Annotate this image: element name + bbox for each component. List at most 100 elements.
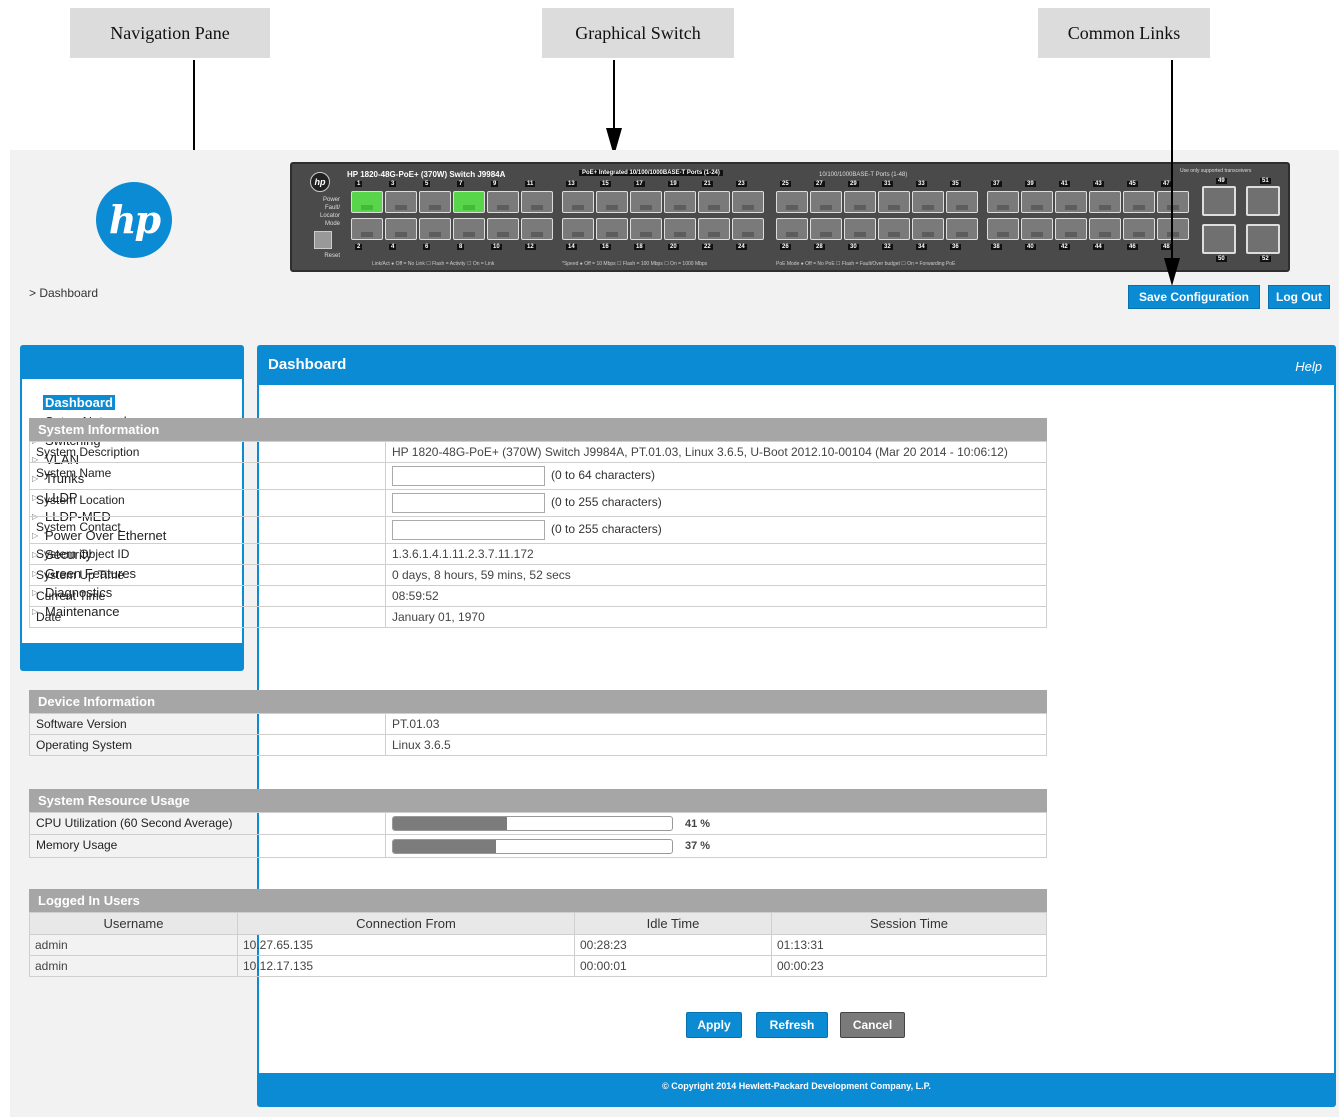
port-45[interactable] bbox=[1123, 191, 1155, 213]
port-39[interactable] bbox=[1021, 191, 1053, 213]
port-44[interactable] bbox=[1089, 218, 1121, 240]
copyright-footer: © Copyright 2014 Hewlett-Packard Develop… bbox=[662, 1081, 931, 1091]
port-19[interactable] bbox=[664, 191, 696, 213]
port-20[interactable] bbox=[664, 218, 696, 240]
port-41[interactable] bbox=[1055, 191, 1087, 213]
table-row: Software Version PT.01.03 bbox=[29, 713, 1047, 735]
port-25[interactable] bbox=[776, 191, 808, 213]
port-18[interactable] bbox=[630, 218, 662, 240]
help-link[interactable]: Help bbox=[1295, 359, 1322, 374]
port-35[interactable] bbox=[946, 191, 978, 213]
sfp-port-50[interactable] bbox=[1202, 224, 1236, 254]
port-number-label: 36 bbox=[950, 244, 961, 250]
port-23[interactable] bbox=[732, 191, 764, 213]
port-22[interactable] bbox=[698, 218, 730, 240]
port-2[interactable] bbox=[351, 218, 383, 240]
port-4[interactable] bbox=[385, 218, 417, 240]
port-7[interactable] bbox=[453, 191, 485, 213]
port-number-label: 6 bbox=[423, 244, 431, 250]
port-number-label: 13 bbox=[566, 181, 577, 187]
field-label: Memory Usage bbox=[29, 834, 386, 858]
input-hint: (0 to 255 characters) bbox=[551, 495, 662, 510]
port-27[interactable] bbox=[810, 191, 842, 213]
system-location-input[interactable] bbox=[392, 493, 545, 513]
switch-legend-speed: *Speed ● Off = 10 Mbps ☐ Flash = 100 Mbp… bbox=[562, 261, 708, 267]
software-version-value: PT.01.03 bbox=[385, 713, 1047, 735]
system-information-section: System Information System Description HP… bbox=[29, 418, 1047, 628]
nav-item-dashboard[interactable]: Dashboard bbox=[30, 393, 242, 412]
column-header: Session Time bbox=[771, 912, 1047, 935]
system-name-input[interactable] bbox=[392, 466, 545, 486]
sfp-port-51[interactable] bbox=[1246, 186, 1280, 216]
port-9[interactable] bbox=[487, 191, 519, 213]
system-object-id-value: 1.3.6.1.4.1.11.2.3.7.11.172 bbox=[385, 543, 1047, 565]
system-information-table: System Description HP 1820-48G-PoE+ (370… bbox=[29, 441, 1047, 628]
table-header-row: Username Connection From Idle Time Sessi… bbox=[29, 912, 1047, 935]
port-32[interactable] bbox=[878, 218, 910, 240]
refresh-button[interactable]: Refresh bbox=[756, 1012, 828, 1038]
system-contact-input[interactable] bbox=[392, 520, 545, 540]
port-1[interactable] bbox=[351, 191, 383, 213]
port-11[interactable] bbox=[521, 191, 553, 213]
port-bank-1 bbox=[349, 189, 555, 242]
table-row: Date January 01, 1970 bbox=[29, 606, 1047, 628]
hp-logo: hp bbox=[96, 182, 172, 258]
operating-system-value: Linux 3.6.5 bbox=[385, 734, 1047, 756]
port-5[interactable] bbox=[419, 191, 451, 213]
port-43[interactable] bbox=[1089, 191, 1121, 213]
port-21[interactable] bbox=[698, 191, 730, 213]
apply-button[interactable]: Apply bbox=[686, 1012, 742, 1038]
port-28[interactable] bbox=[810, 218, 842, 240]
switch-mode-button[interactable] bbox=[314, 231, 332, 249]
port-13[interactable] bbox=[562, 191, 594, 213]
port-12[interactable] bbox=[521, 218, 553, 240]
port-24[interactable] bbox=[732, 218, 764, 240]
port-38[interactable] bbox=[987, 218, 1019, 240]
switch-locator-label: Locator bbox=[319, 213, 340, 219]
port-29[interactable] bbox=[844, 191, 876, 213]
port-number-label: 19 bbox=[668, 181, 679, 187]
port-30[interactable] bbox=[844, 218, 876, 240]
sfp-port-52[interactable] bbox=[1246, 224, 1280, 254]
arrow-switch bbox=[606, 60, 622, 156]
port-33[interactable] bbox=[912, 191, 944, 213]
column-header: Idle Time bbox=[574, 912, 772, 935]
port-10[interactable] bbox=[487, 218, 519, 240]
switch-status-panel: hp Power Fault/ Locator Mode Reset bbox=[300, 172, 340, 264]
port-37[interactable] bbox=[987, 191, 1019, 213]
log-out-button[interactable]: Log Out bbox=[1268, 285, 1330, 309]
table-row: System Contact (0 to 255 characters) bbox=[29, 516, 1047, 544]
port-17[interactable] bbox=[630, 191, 662, 213]
sfp-port-49[interactable] bbox=[1202, 186, 1236, 216]
callout-common-links: Common Links bbox=[1038, 8, 1210, 58]
port-number-label: 5 bbox=[423, 181, 431, 187]
cancel-button[interactable]: Cancel bbox=[840, 1012, 905, 1038]
port-36[interactable] bbox=[946, 218, 978, 240]
port-8[interactable] bbox=[453, 218, 485, 240]
port-40[interactable] bbox=[1021, 218, 1053, 240]
port-26[interactable] bbox=[776, 218, 808, 240]
port-number-label: 21 bbox=[702, 181, 713, 187]
port-46[interactable] bbox=[1123, 218, 1155, 240]
port-number-label: 29 bbox=[848, 181, 859, 187]
port-number-label: 15 bbox=[600, 181, 611, 187]
port-number-label: 42 bbox=[1059, 244, 1070, 250]
port-3[interactable] bbox=[385, 191, 417, 213]
port-14[interactable] bbox=[562, 218, 594, 240]
port-42[interactable] bbox=[1055, 218, 1087, 240]
table-row: System Object ID 1.3.6.1.4.1.11.2.3.7.11… bbox=[29, 543, 1047, 565]
port-34[interactable] bbox=[912, 218, 944, 240]
field-label: Software Version bbox=[29, 713, 386, 735]
save-configuration-button[interactable]: Save Configuration bbox=[1128, 285, 1260, 309]
port-15[interactable] bbox=[596, 191, 628, 213]
section-heading: System Resource Usage bbox=[29, 789, 1047, 812]
field-label: System Name bbox=[29, 462, 386, 490]
switch-reset-label: Reset bbox=[324, 253, 340, 259]
port-6[interactable] bbox=[419, 218, 451, 240]
sfp-number-52: 52 bbox=[1260, 256, 1271, 262]
port-31[interactable] bbox=[878, 191, 910, 213]
field-label: Date bbox=[29, 606, 386, 628]
switch-legend-link: Link/Act ● Off = No Link ☐ Flash = Activ… bbox=[372, 261, 495, 267]
port-16[interactable] bbox=[596, 218, 628, 240]
section-heading: System Information bbox=[29, 418, 1047, 441]
